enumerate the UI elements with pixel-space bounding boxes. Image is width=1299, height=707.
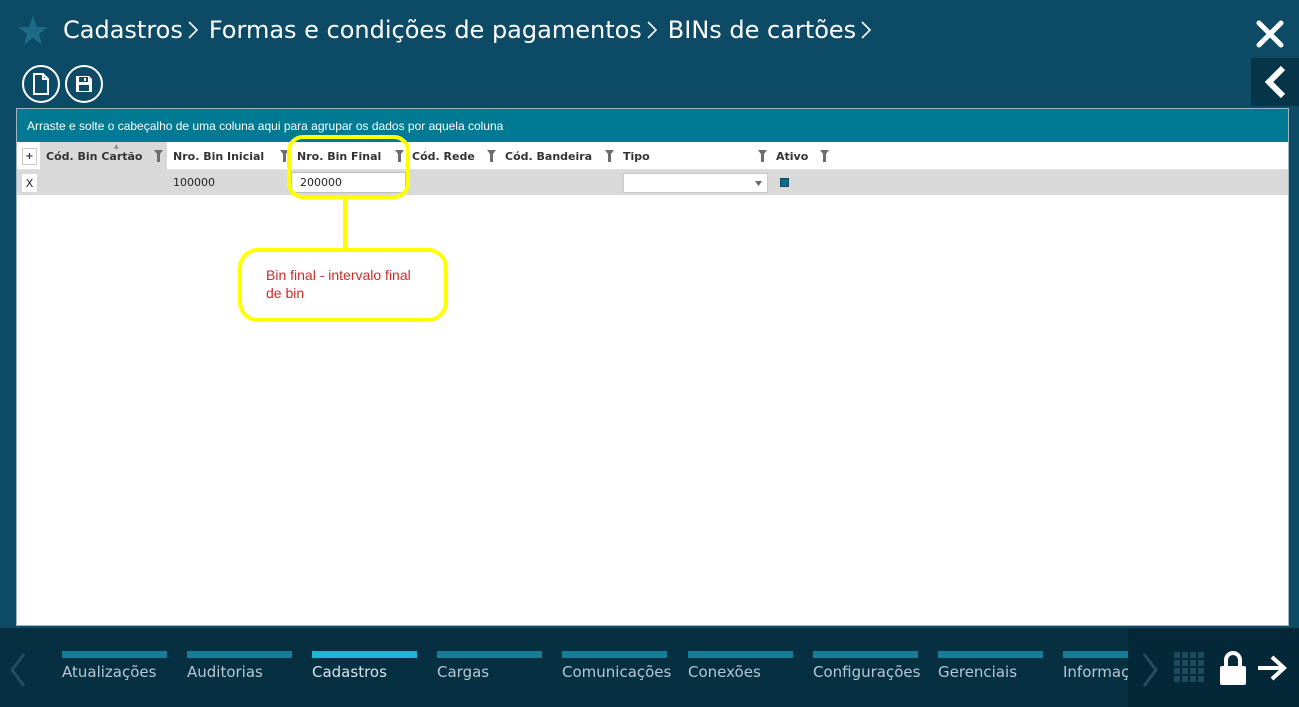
expand-all-button[interactable]: + bbox=[22, 148, 37, 165]
new-record-button[interactable] bbox=[22, 65, 60, 103]
breadcrumb-item-bins-cartoes[interactable]: BINs de cartões bbox=[668, 16, 882, 44]
column-header-nro-bin-final[interactable]: Nro. Bin Final bbox=[291, 142, 406, 170]
chevron-right-icon[interactable] bbox=[1140, 652, 1160, 688]
tab-informacoes[interactable]: Informações bbox=[1063, 650, 1128, 690]
lock-icon[interactable] bbox=[1219, 650, 1247, 686]
tab-auditorias[interactable]: Auditorias bbox=[187, 650, 292, 690]
cell-nro-bin-inicial[interactable]: 100000 bbox=[173, 170, 215, 195]
arrow-right-icon[interactable] bbox=[1256, 653, 1288, 683]
filter-icon[interactable] bbox=[820, 150, 829, 162]
module-tabs: Atualizações Auditorias Cadastros Cargas… bbox=[62, 650, 1128, 690]
column-header-ativo[interactable]: Ativo bbox=[770, 142, 830, 170]
chevron-left-icon bbox=[1264, 65, 1286, 99]
column-header-cod-bandeira[interactable]: Cód. Bandeira bbox=[499, 142, 617, 170]
tab-cargas[interactable]: Cargas bbox=[437, 650, 542, 690]
nro-bin-final-input[interactable]: 200000 bbox=[291, 172, 406, 193]
filter-icon[interactable] bbox=[395, 150, 404, 162]
breadcrumb-item-cadastros[interactable]: Cadastros bbox=[63, 16, 209, 44]
collapse-panel-button[interactable] bbox=[1251, 58, 1299, 106]
bottom-navigation: Atualizações Auditorias Cadastros Cargas… bbox=[0, 628, 1299, 707]
close-icon[interactable] bbox=[1255, 19, 1285, 49]
chevron-left-icon[interactable] bbox=[8, 652, 28, 688]
tipo-select[interactable] bbox=[623, 173, 768, 193]
grid-apps-icon[interactable] bbox=[1174, 652, 1206, 684]
tab-gerenciais[interactable]: Gerenciais bbox=[938, 650, 1043, 690]
filter-icon[interactable] bbox=[758, 150, 767, 162]
annotation-callout-text: Bin final - intervalo final de bin bbox=[266, 267, 411, 301]
chevron-down-icon bbox=[755, 181, 762, 186]
tab-comunicacoes[interactable]: Comunicações bbox=[562, 650, 671, 690]
filter-icon[interactable] bbox=[154, 150, 163, 162]
delete-row-button[interactable]: X bbox=[22, 174, 37, 192]
chevron-right-icon bbox=[188, 21, 198, 39]
grid-panel: Arraste e solte o cabeçalho de uma colun… bbox=[16, 108, 1289, 626]
column-header-tipo[interactable]: Tipo bbox=[617, 142, 770, 170]
save-button[interactable] bbox=[65, 65, 103, 103]
sort-ascending-icon: ▲ bbox=[114, 143, 119, 150]
group-by-drop-area[interactable]: Arraste e solte o cabeçalho de uma colun… bbox=[17, 109, 1288, 142]
chevron-right-icon bbox=[861, 21, 872, 39]
column-header-nro-bin-inicial[interactable]: Nro. Bin Inicial bbox=[167, 142, 291, 170]
column-header-cod-rede[interactable]: Cód. Rede bbox=[406, 142, 499, 170]
filter-icon[interactable] bbox=[605, 150, 614, 162]
tab-atualizacoes[interactable]: Atualizações bbox=[62, 650, 167, 690]
breadcrumb-item-formas-pagamento[interactable]: Formas e condições de pagamentos bbox=[209, 16, 668, 44]
tab-cadastros[interactable]: Cadastros bbox=[312, 650, 417, 690]
breadcrumb: Cadastros Formas e condições de pagament… bbox=[63, 13, 882, 47]
new-document-icon bbox=[33, 73, 49, 95]
star-icon[interactable] bbox=[16, 14, 50, 48]
ativo-checkbox[interactable] bbox=[780, 178, 789, 187]
tab-conexoes[interactable]: Conexões bbox=[688, 650, 793, 690]
column-header-cod-bin-cartao[interactable]: ▲ Cód. Bin Cartão bbox=[40, 142, 167, 170]
table-row[interactable]: X 100000 200000 bbox=[17, 170, 1288, 195]
floppy-disk-icon bbox=[76, 76, 92, 92]
filter-icon[interactable] bbox=[487, 150, 496, 162]
header: Cadastros Formas e condições de pagament… bbox=[0, 0, 1299, 62]
tab-configuracoes[interactable]: Configurações bbox=[813, 650, 920, 690]
grid-header: + ▲ Cód. Bin Cartão Nro. Bin Inicial Nro… bbox=[17, 142, 1288, 170]
chevron-right-icon bbox=[647, 21, 657, 39]
filter-icon[interactable] bbox=[280, 150, 289, 162]
